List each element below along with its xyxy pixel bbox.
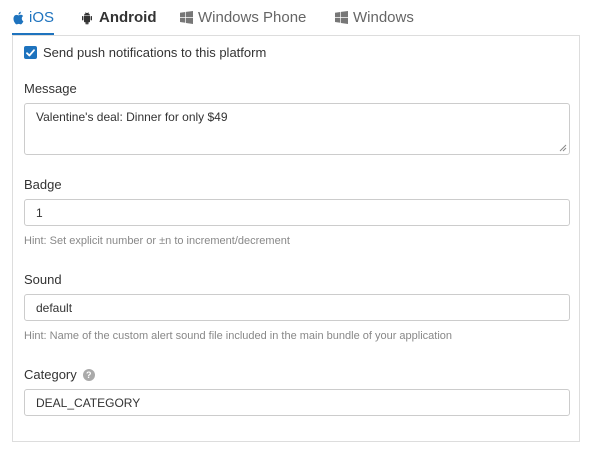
message-label: Message xyxy=(24,81,77,96)
category-label-text: Category xyxy=(24,367,77,382)
category-value: DEAL_CATEGORY xyxy=(36,395,141,410)
tab-windows-label: Windows xyxy=(353,9,414,26)
push-notifications-checkbox[interactable] xyxy=(24,46,37,59)
message-textarea[interactable]: Valentine's deal: Dinner for only $49 xyxy=(24,103,570,155)
tab-android[interactable]: Android xyxy=(80,0,157,35)
sound-input[interactable]: default xyxy=(24,294,570,321)
tab-ios-label: iOS xyxy=(29,9,55,26)
push-notifications-label[interactable]: Send push notifications to this platform xyxy=(43,45,266,60)
category-label: Category ? xyxy=(24,367,95,382)
tab-ios[interactable]: iOS xyxy=(12,0,54,35)
checkmark-icon xyxy=(26,48,35,56)
badge-hint: Hint: Set explicit number or ±n to incre… xyxy=(24,235,290,247)
push-notifications-row: Send push notifications to this platform xyxy=(24,45,266,60)
apple-icon xyxy=(12,11,24,25)
ios-settings-panel: Send push notifications to this platform… xyxy=(12,35,580,442)
platform-tabs: iOS Android Windows Phone Windows xyxy=(12,0,580,35)
sound-label: Sound xyxy=(24,272,62,287)
badge-label: Badge xyxy=(24,177,62,192)
message-value: Valentine's deal: Dinner for only $49 xyxy=(36,110,228,124)
sound-label-text: Sound xyxy=(24,272,62,287)
tab-android-label: Android xyxy=(99,9,157,26)
windows-icon xyxy=(179,11,193,25)
sound-value: default xyxy=(36,300,73,315)
windows-icon xyxy=(334,11,348,25)
tab-windows-phone-label: Windows Phone xyxy=(198,9,307,26)
sound-hint: Hint: Name of the custom alert sound fil… xyxy=(24,330,453,342)
android-icon xyxy=(80,11,94,25)
badge-input[interactable]: 1 xyxy=(24,199,570,226)
resize-grip-icon[interactable] xyxy=(559,144,567,152)
tab-windows[interactable]: Windows xyxy=(334,0,414,35)
badge-label-text: Badge xyxy=(24,177,62,192)
question-circle-icon[interactable]: ? xyxy=(82,368,95,381)
badge-value: 1 xyxy=(36,205,43,220)
message-label-text: Message xyxy=(24,81,77,96)
tab-windows-phone[interactable]: Windows Phone xyxy=(179,0,306,35)
category-input[interactable]: DEAL_CATEGORY xyxy=(24,389,570,416)
